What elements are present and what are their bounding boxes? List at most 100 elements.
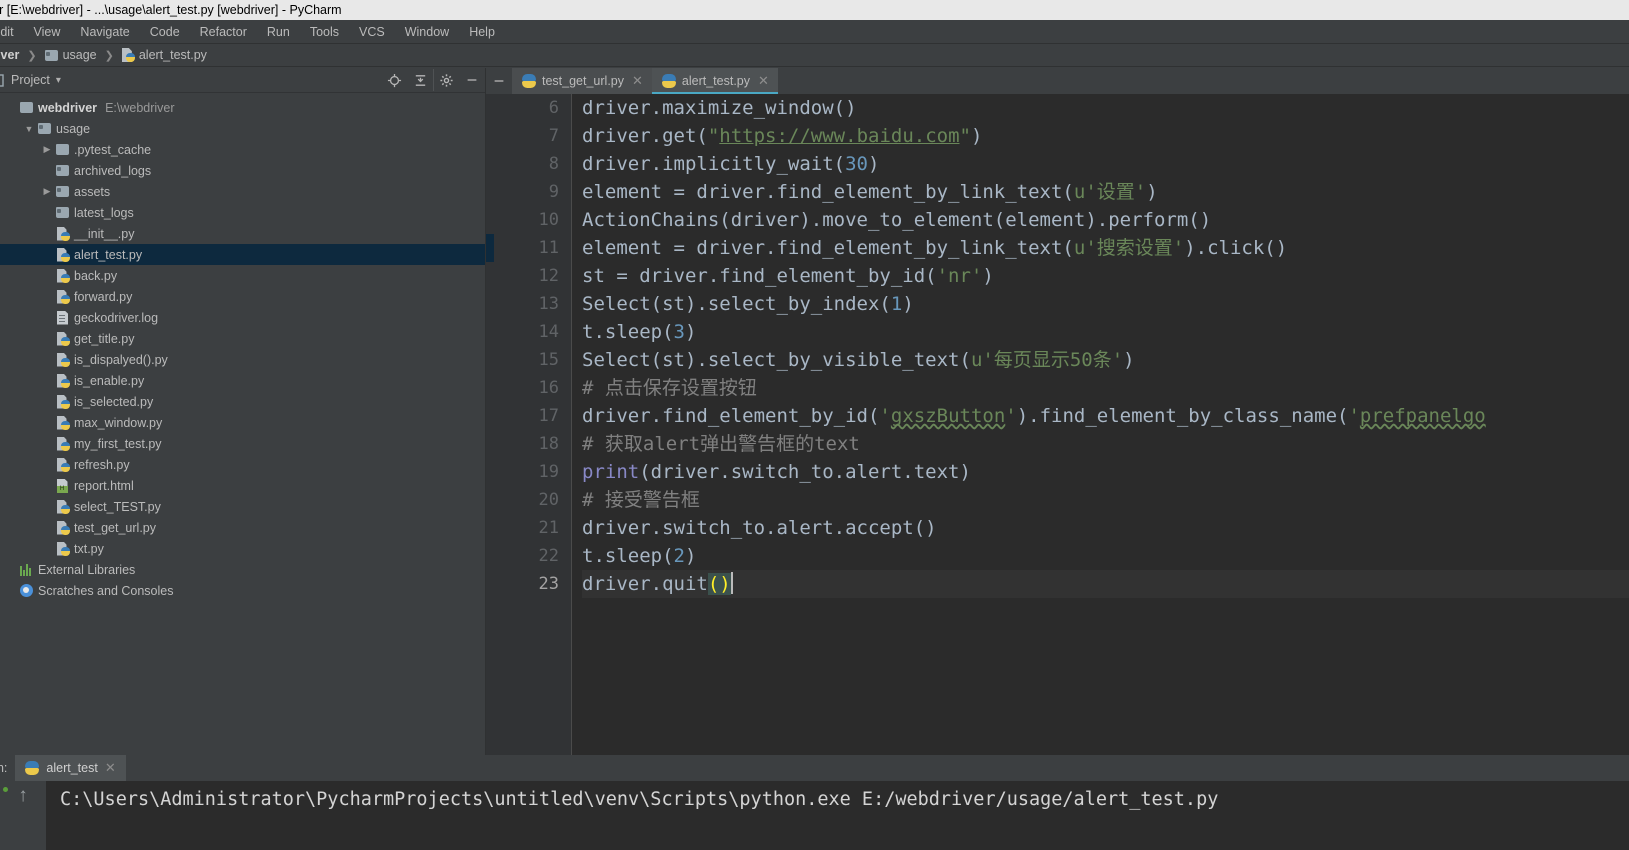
tree-item[interactable]: my_first_test.py [0,433,485,454]
tree-item-label: test_get_url.py [74,520,156,535]
editor-tab-alert-test[interactable]: alert_test.py ✕ [651,68,778,94]
collapse-all-icon[interactable] [407,69,433,91]
chevron-right-icon[interactable]: ▶ [40,186,54,197]
tree-item[interactable]: refresh.py [0,454,485,475]
code-line[interactable]: element = driver.find_element_by_link_te… [582,178,1629,206]
rerun-icon[interactable] [3,787,8,792]
tree-item-label: report.html [74,478,134,493]
tree-item-label: geckodriver.log [74,310,159,325]
scroll-up-icon[interactable]: ↑ [18,783,28,809]
code-line[interactable]: driver.find_element_by_id('gxszButton').… [582,402,1629,430]
tree-item[interactable]: ▶ .pytest_cache [0,139,485,160]
tree-item[interactable]: geckodriver.log [0,307,485,328]
project-tool-window-button[interactable]: Project ▾ [0,73,61,87]
code-line[interactable]: # 接受警告框 [582,486,1629,514]
code-content[interactable]: driver.maximize_window() driver.get("http… [571,94,1629,755]
chevron-down-icon[interactable]: ▼ [22,124,36,134]
menu-item-edit[interactable]: Edit [0,25,24,39]
tree-item[interactable]: __init__.py [0,223,485,244]
tree-item[interactable]: select_TEST.py [0,496,485,517]
code-line[interactable]: Select(st).select_by_index(1) [582,290,1629,318]
line-number: 17 [538,406,559,426]
tree-item[interactable]: get_title.py [0,328,485,349]
run-console[interactable]: C:\Users\Administrator\PycharmProjects\u… [46,781,1629,850]
tree-item-label: usage [56,121,91,136]
tree-item-label: is_selected.py [74,394,154,409]
settings-gear-icon[interactable] [433,69,459,91]
code-line[interactable]: t.sleep(2) [582,542,1629,570]
code-line[interactable]: print(driver.switch_to.alert.text) [582,458,1629,486]
tree-item[interactable]: is_dispalyed().py [0,349,485,370]
breadcrumb-item-project[interactable]: ebdriver [0,48,19,62]
menu-item-refactor[interactable]: Refactor [190,25,257,39]
line-number: 15 [538,350,559,370]
code-line[interactable]: ActionChains(driver).move_to_element(ele… [582,206,1629,234]
tree-item[interactable]: back.py [0,265,485,286]
menu-item-vcs[interactable]: VCS [349,25,395,39]
code-line[interactable]: element = driver.find_element_by_link_te… [582,234,1629,262]
run-window-label: un: [0,761,8,775]
run-tab-label: alert_test [46,761,98,775]
code-line[interactable]: driver.quit() [582,570,1629,598]
tree-item[interactable]: webdriver E:\webdriver [0,97,485,118]
project-tree[interactable]: webdriver E:\webdriver ▼ usage ▶ .pytest_cach… [0,93,485,755]
code-line[interactable]: driver.get("https://www.baidu.com") [582,122,1629,150]
close-icon[interactable]: ✕ [758,73,769,89]
code-line[interactable]: t.sleep(3) [582,318,1629,346]
code-line[interactable]: Select(st).select_by_visible_text(u'每页显示… [582,346,1629,374]
breadcrumb-separator: ❯ [27,49,37,62]
code-line[interactable]: driver.switch_to.alert.accept() [582,514,1629,542]
tree-item[interactable]: ▶ assets [0,181,485,202]
run-tab-alert-test[interactable]: alert_test ✕ [15,755,126,781]
tree-item[interactable]: alert_test.py [0,244,485,265]
tree-item[interactable]: archived_logs [0,160,485,181]
code-line[interactable]: driver.implicitly_wait(30) [582,150,1629,178]
line-number: 7 [548,126,559,146]
hide-panel-icon[interactable] [459,69,485,91]
code-line[interactable]: driver.maximize_window() [582,94,1629,122]
code-editor[interactable]: 6 7 8 9 10 11 12 13 14 15 16 17 18 19 20 21 22 23 driver.… [486,94,1629,755]
tree-item[interactable]: Hreport.html [0,475,485,496]
console-output-line: C:\Users\Administrator\PycharmProjects\u… [60,789,1219,810]
code-line[interactable]: # 点击保存设置按钮 [582,374,1629,402]
chevron-down-icon[interactable]: ▾ [56,75,61,86]
tree-item[interactable]: txt.py [0,538,485,559]
breadcrumb-item-file[interactable]: alert_test.py [121,48,207,62]
line-number: 18 [538,434,559,454]
editor-tab-test-get-url[interactable]: test_get_url.py ✕ [512,68,652,94]
close-icon[interactable]: ✕ [632,73,643,89]
line-number: 20 [538,490,559,510]
run-console-body: ↑ C:\Users\Administrator\PycharmProjects… [0,781,1629,850]
python-file-icon [56,520,70,535]
code-line[interactable]: st = driver.find_element_by_id('nr') [582,262,1629,290]
editor-collapse-icon[interactable] [486,68,512,94]
menu-item-view[interactable]: View [24,25,71,39]
breadcrumb-item-usage[interactable]: usage [44,48,97,62]
code-line[interactable]: # 获取alert弹出警告框的text [582,430,1629,458]
tree-item[interactable]: is_enable.py [0,370,485,391]
menu-item-help[interactable]: Help [459,25,505,39]
menu-item-run[interactable]: Run [257,25,300,39]
tree-item[interactable]: is_selected.py [0,391,485,412]
tree-item[interactable]: test_get_url.py [0,517,485,538]
tree-item[interactable]: External Libraries [0,559,485,580]
menu-item-tools[interactable]: Tools [300,25,349,39]
tree-item[interactable]: ▼ usage [0,118,485,139]
line-number: 14 [538,322,559,342]
locate-icon[interactable] [381,69,407,91]
close-icon[interactable]: ✕ [105,760,116,776]
tree-item[interactable]: forward.py [0,286,485,307]
menu-item-navigate[interactable]: Navigate [70,25,139,39]
menu-bar[interactable]: Edit View Navigate Code Refactor Run Too… [0,20,1629,44]
tree-item[interactable]: max_window.py [0,412,485,433]
tree-item-label: max_window.py [74,415,163,430]
python-file-icon [522,74,536,88]
menu-item-code[interactable]: Code [140,25,190,39]
tree-item-label: forward.py [74,289,133,304]
tree-item[interactable]: Scratches and Consoles [0,580,485,601]
libraries-icon [20,563,33,576]
chevron-right-icon[interactable]: ▶ [40,144,54,155]
menu-item-window[interactable]: Window [395,25,459,39]
folder-icon [20,102,33,113]
tree-item[interactable]: latest_logs [0,202,485,223]
